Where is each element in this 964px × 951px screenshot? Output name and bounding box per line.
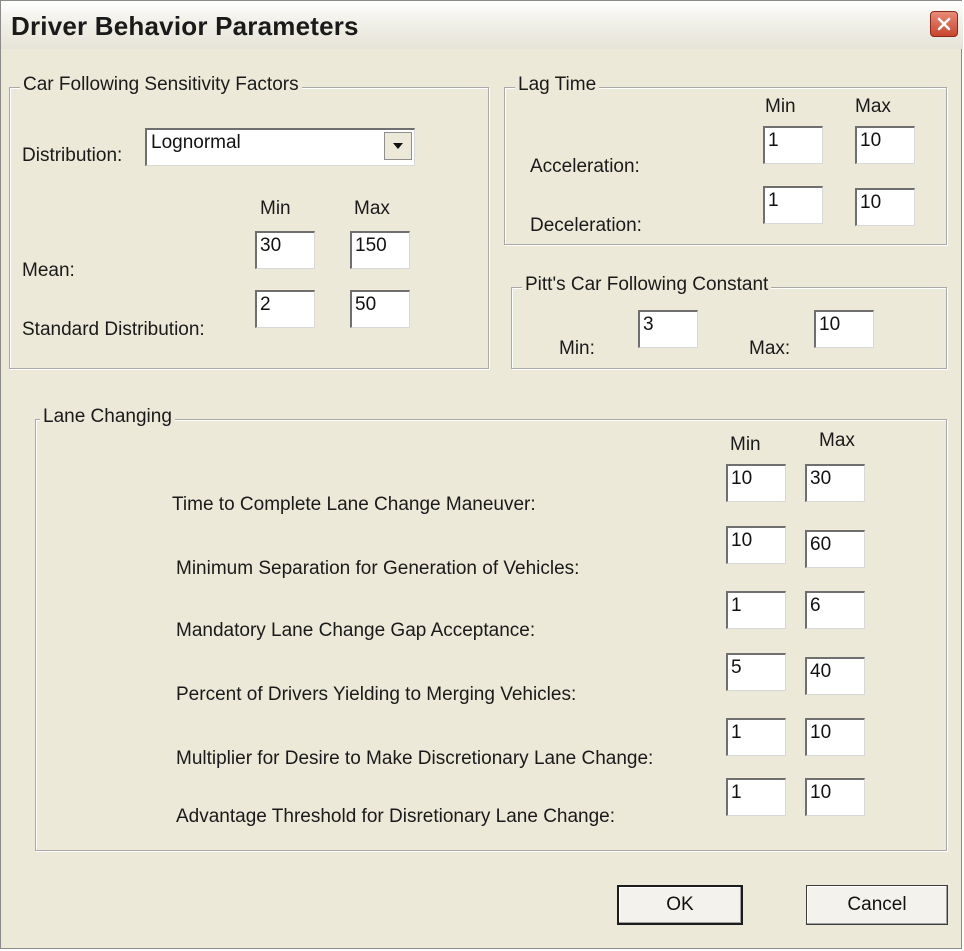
distribution-value: Lognormal bbox=[151, 132, 241, 153]
cancel-button[interactable]: Cancel bbox=[806, 885, 948, 925]
pitt-min-input[interactable]: 3 bbox=[638, 310, 698, 348]
mean-min-input[interactable]: 30 bbox=[255, 231, 315, 269]
lane-change-row-label: Mandatory Lane Change Gap Acceptance: bbox=[176, 620, 536, 641]
lane-change-row-label: Minimum Separation for Generation of Veh… bbox=[176, 558, 580, 579]
lane-change-row-min-input[interactable]: 1 bbox=[726, 718, 786, 756]
lane-change-row-label: Multiplier for Desire to Make Discretion… bbox=[176, 748, 654, 769]
lane-change-row-label: Advantage Threshold for Disretionary Lan… bbox=[176, 806, 616, 827]
lag-time-max-header: Max bbox=[855, 96, 891, 117]
lane-change-row-min-input[interactable]: 5 bbox=[726, 653, 786, 691]
ok-button[interactable]: OK bbox=[617, 885, 743, 925]
mean-max-input[interactable]: 150 bbox=[350, 231, 410, 269]
pitt-constant-group: Pitt's Car Following Constant Min: 3 Max… bbox=[511, 274, 947, 369]
acceleration-max-input[interactable]: 10 bbox=[855, 126, 915, 164]
lane-change-row-min-input[interactable]: 10 bbox=[726, 464, 786, 502]
close-button[interactable] bbox=[930, 11, 958, 37]
lane-change-row-max-input[interactable]: 40 bbox=[805, 657, 865, 695]
distribution-select[interactable]: Lognormal bbox=[145, 128, 415, 166]
std-max-input[interactable]: 50 bbox=[350, 290, 410, 328]
window-title: Driver Behavior Parameters bbox=[11, 11, 359, 41]
acceleration-label: Acceleration: bbox=[530, 156, 640, 177]
title-bar[interactable]: Driver Behavior Parameters bbox=[1, 1, 963, 49]
acceleration-min-input[interactable]: 1 bbox=[763, 126, 823, 164]
pitt-max-label: Max: bbox=[749, 338, 791, 359]
lane-change-row-max-input[interactable]: 10 bbox=[805, 778, 865, 816]
deceleration-label: Deceleration: bbox=[530, 215, 642, 236]
deceleration-max-input[interactable]: 10 bbox=[855, 188, 915, 226]
pitt-max-input[interactable]: 10 bbox=[814, 310, 874, 348]
lane-change-row-max-input[interactable]: 30 bbox=[805, 464, 865, 502]
lane-change-row-max-input[interactable]: 10 bbox=[805, 718, 865, 756]
distribution-label: Distribution: bbox=[22, 145, 123, 166]
lane-change-row-min-input[interactable]: 1 bbox=[726, 778, 786, 816]
chevron-down-icon bbox=[393, 143, 403, 149]
lane-change-row-max-input[interactable]: 6 bbox=[805, 591, 865, 629]
lane-changing-legend: Lane Changing bbox=[40, 406, 175, 428]
lane-change-row-min-input[interactable]: 10 bbox=[726, 526, 786, 564]
lane-changing-group: Lane Changing Min Max Time to Complete L… bbox=[35, 406, 947, 851]
dropdown-arrow-button[interactable] bbox=[384, 132, 412, 160]
lane-changing-max-header: Max bbox=[819, 430, 855, 451]
std-min-input[interactable]: 2 bbox=[255, 290, 315, 328]
std-label: Standard Distribution: bbox=[22, 319, 205, 340]
mean-label: Mean: bbox=[22, 260, 75, 281]
car-following-group: Car Following Sensitivity Factors Distri… bbox=[9, 74, 489, 369]
lane-change-row-label: Percent of Drivers Yielding to Merging V… bbox=[176, 684, 577, 705]
car-following-max-header: Max bbox=[354, 198, 390, 219]
lane-change-row-max-input[interactable]: 60 bbox=[805, 530, 865, 568]
car-following-min-header: Min bbox=[260, 198, 291, 219]
close-icon bbox=[937, 17, 951, 31]
lane-changing-min-header: Min bbox=[730, 434, 761, 455]
deceleration-min-input[interactable]: 1 bbox=[763, 186, 823, 224]
pitt-constant-legend: Pitt's Car Following Constant bbox=[522, 274, 772, 296]
lag-time-group: Lag Time Min Max Acceleration: 1 10 Dece… bbox=[504, 74, 947, 245]
lag-time-legend: Lag Time bbox=[515, 74, 600, 96]
lane-change-row-label: Time to Complete Lane Change Maneuver: bbox=[172, 494, 536, 515]
car-following-legend: Car Following Sensitivity Factors bbox=[20, 74, 302, 96]
pitt-min-label: Min: bbox=[559, 338, 595, 359]
lag-time-min-header: Min bbox=[765, 96, 796, 117]
lane-change-row-min-input[interactable]: 1 bbox=[726, 591, 786, 629]
dialog-window: Driver Behavior Parameters Car Following… bbox=[0, 0, 963, 949]
dialog-body: Car Following Sensitivity Factors Distri… bbox=[9, 49, 959, 947]
